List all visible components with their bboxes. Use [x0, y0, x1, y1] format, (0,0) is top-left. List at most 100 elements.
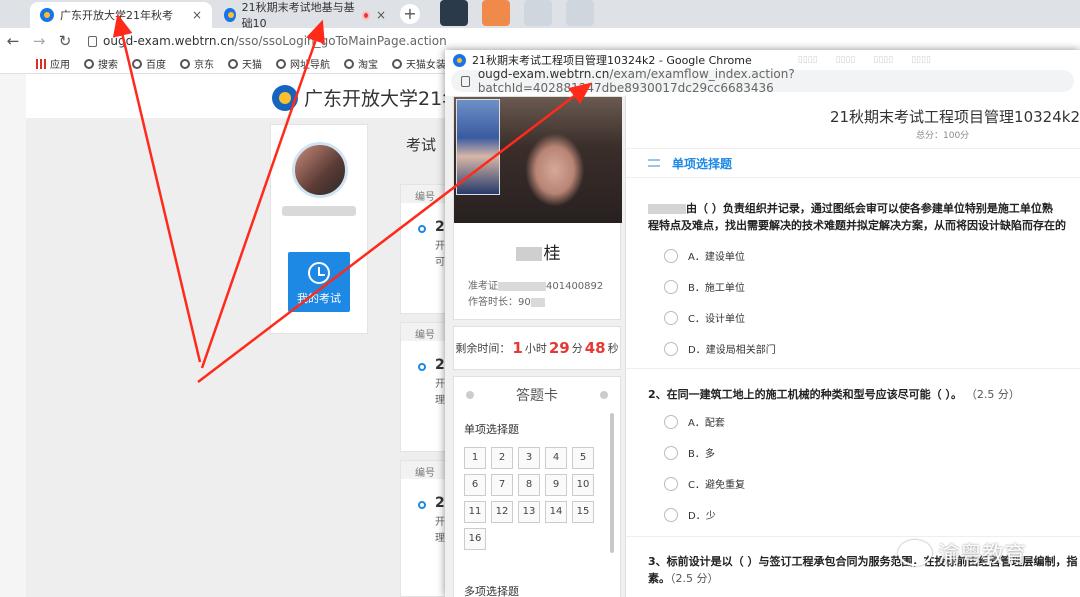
tab-title: 21秋期末考试地基与基础10 — [241, 1, 355, 30]
bookmark-apps[interactable]: 应用 — [36, 56, 70, 71]
answer-card-section: 单项选择题 — [464, 423, 519, 436]
menu-lines-icon — [648, 159, 660, 167]
status-dot-icon — [418, 225, 426, 233]
question-number-button[interactable]: 11 — [464, 501, 486, 523]
scrollbar[interactable] — [610, 413, 614, 553]
webcam-photo — [454, 97, 622, 223]
close-icon[interactable]: × — [376, 8, 386, 22]
recording-icon — [361, 10, 370, 20]
app-icon[interactable] — [524, 0, 552, 26]
name-blur — [515, 247, 542, 261]
question-number-button[interactable]: 7 — [491, 474, 513, 496]
my-exam-label: 我的考试 — [297, 292, 341, 305]
question-number-button[interactable]: 14 — [545, 501, 567, 523]
taskbar-apps — [440, 0, 594, 28]
app-icon[interactable] — [566, 0, 594, 26]
url-field[interactable]: ougd-exam.webtrn.cn/sso/ssoLogin_goToMai… — [88, 34, 447, 48]
question-blur — [648, 204, 686, 214]
popup-body: 桂 准考证 401400892 作答时长：90 剩余时间： 1 小时 29 分 4… — [445, 96, 1080, 597]
apps-grid-icon — [36, 58, 46, 69]
avatar — [292, 142, 348, 198]
bookmark-item[interactable]: 网址导航 — [276, 56, 330, 71]
admission-blur — [498, 281, 546, 291]
q2-option-a[interactable]: A．配套 — [664, 414, 725, 429]
exam-card-line: 理 — [435, 395, 445, 406]
question-area: 21秋期末考试工程项目管理10324k2 总分：100分 单项选择题 由（ ）负… — [625, 96, 1080, 597]
radio-button[interactable] — [664, 414, 678, 429]
answer-card-title: 答题卡 — [454, 377, 620, 405]
bookmark-item[interactable]: 搜索 — [84, 56, 118, 71]
bookmark-item[interactable]: 京东 — [180, 56, 214, 71]
timer-label: 剩余时间： — [455, 342, 511, 355]
dot-icon — [600, 391, 608, 399]
wechat-icon — [898, 540, 932, 566]
tab-foundation-exam[interactable]: 21秋期末考试地基与基础10 × — [214, 1, 396, 30]
new-tab-button[interactable]: + — [400, 4, 420, 24]
popup-address-bar[interactable]: ougd-exam.webtrn.cn/exam/examflow_index.… — [451, 67, 1074, 95]
radio-button[interactable] — [664, 341, 678, 356]
question-number-button[interactable]: 15 — [572, 501, 594, 523]
question-number-button[interactable]: 3 — [518, 447, 540, 469]
bookmark-item[interactable]: 天猫 — [228, 56, 262, 71]
q1-option-c[interactable]: C．设计单位 — [664, 310, 745, 325]
student-profile-card: 桂 准考证 401400892 作答时长：90 — [453, 96, 622, 320]
radio-button[interactable] — [664, 445, 678, 460]
question-number-button[interactable]: 10 — [572, 474, 594, 496]
question-number-button[interactable]: 5 — [572, 447, 594, 469]
question-2-text: 2、在同一建筑工地上的施工机械的种类和型号应该尽可能（ ）。 （2.5 分） — [648, 388, 1020, 401]
browser-favicon-icon — [224, 8, 236, 22]
radio-button[interactable] — [664, 279, 678, 294]
exam-duration: 作答时长：90 — [468, 293, 545, 308]
timer-seconds-unit: 秒 — [607, 342, 619, 355]
status-dot-icon — [418, 501, 426, 509]
globe-icon — [228, 58, 238, 69]
popup-window-title: 21秋期末考试工程项目管理10324k2 - Google Chrome — [472, 54, 752, 67]
status-dot-icon — [418, 363, 426, 371]
exam-title: 21秋期末考试工程项目管理10324k2 — [829, 108, 1080, 126]
globe-icon — [392, 58, 402, 69]
total-score: 总分：100分 — [916, 131, 970, 141]
webcam-preview — [456, 99, 500, 195]
question-number-button[interactable]: 2 — [491, 447, 513, 469]
blurred-background-tabs: ▯▯▯▯ ▯▯▯▯ ▯▯▯▯ ▯▯▯▯ — [797, 55, 932, 65]
tab-guangdong-exam[interactable]: 广东开放大学21年秋考 × — [30, 2, 212, 28]
exam-card-line: 开 — [435, 379, 445, 390]
question-number-button[interactable]: 1 — [464, 447, 486, 469]
question-number-button[interactable]: 13 — [518, 501, 540, 523]
q1-option-b[interactable]: B．施工单位 — [664, 279, 745, 294]
q2-option-b[interactable]: B．多 — [664, 445, 715, 460]
question-number-button[interactable]: 12 — [491, 501, 513, 523]
question-number-button[interactable]: 8 — [518, 474, 540, 496]
question-number-button[interactable]: 9 — [545, 474, 567, 496]
left-panel: 桂 准考证 401400892 作答时长：90 剩余时间： 1 小时 29 分 4… — [453, 96, 622, 597]
clock-icon — [308, 262, 330, 284]
q2-option-d[interactable]: D．少 — [664, 507, 716, 522]
lock-icon — [88, 35, 97, 47]
bookmark-item[interactable]: 百度 — [132, 56, 166, 71]
lock-icon — [461, 75, 470, 87]
radio-button[interactable] — [664, 310, 678, 325]
app-icon[interactable] — [440, 0, 468, 26]
forward-arrow-icon[interactable]: → — [26, 32, 52, 50]
question-1-text-line2: 程特点及难点，找出需要解决的技术难题并拟定解决方案，从而将因设计缺陷而存在的 — [648, 219, 1066, 232]
question-3-text-line2: 素。（2.5 分） — [648, 572, 719, 585]
radio-button[interactable] — [664, 476, 678, 491]
my-exam-button[interactable]: 我的考试 — [288, 252, 350, 312]
bookmark-item[interactable]: 淘宝 — [344, 56, 378, 71]
q1-option-a[interactable]: A．建设单位 — [664, 248, 745, 263]
app-icon[interactable] — [482, 0, 510, 26]
bookmark-item[interactable]: 天猫女装 — [392, 56, 446, 71]
globe-icon — [344, 58, 354, 69]
question-number-button[interactable]: 4 — [545, 447, 567, 469]
radio-button[interactable] — [664, 248, 678, 263]
question-number-button[interactable]: 6 — [464, 474, 486, 496]
q1-option-d[interactable]: D．建设局相关部门 — [664, 341, 776, 356]
question-number-button[interactable]: 16 — [464, 528, 486, 550]
student-name: 桂 — [454, 239, 622, 264]
q2-option-c[interactable]: C．避免重复 — [664, 476, 745, 491]
close-icon[interactable]: × — [192, 8, 202, 22]
back-arrow-icon[interactable]: ← — [0, 32, 26, 50]
radio-button[interactable] — [664, 507, 678, 522]
reload-icon[interactable]: ↻ — [52, 32, 78, 50]
countdown-timer: 剩余时间： 1 小时 29 分 48 秒 — [453, 326, 621, 370]
